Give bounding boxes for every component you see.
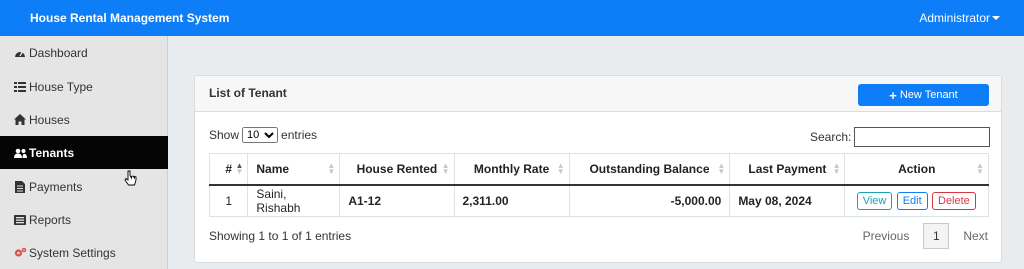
column-header-outstanding-balance[interactable]: Outstanding Balance ▲ ▼ <box>568 153 731 186</box>
column-header-house-rented[interactable]: House Rented ▲ ▼ <box>339 153 455 186</box>
delete-button[interactable]: Delete <box>932 191 976 210</box>
page-size-select[interactable]: 10 <box>242 127 279 143</box>
sidebar-item-dashboard[interactable]: Dashboard <box>0 36 168 69</box>
view-button[interactable]: View <box>856 191 893 210</box>
table-header-row: # ▲ ▼ Name ▲ ▼ House Rented ▲ ▼ Monthly Rate ▲ ▼… <box>208 153 989 186</box>
column-header-name[interactable]: Name ▲ ▼ <box>247 153 341 186</box>
table-info: Showing 1 to 1 of 1 entries <box>209 229 352 243</box>
app-title: House Rental Management System <box>30 11 230 25</box>
card-header: List of Tenant + New Tenant <box>195 76 1001 112</box>
column-header-number[interactable]: # ▲ ▼ <box>208 153 249 186</box>
cogs-icon <box>13 247 27 258</box>
sidebar-item-reports[interactable]: Reports <box>0 203 168 236</box>
list-icon <box>13 81 27 92</box>
users-icon <box>13 148 27 158</box>
pagination: Previous 1 Next <box>863 223 988 249</box>
search-label: Search: <box>810 130 852 144</box>
sidebar-item-houses[interactable]: Houses <box>0 103 168 136</box>
edit-button[interactable]: Edit <box>896 191 928 210</box>
previous-page-button[interactable]: Previous <box>863 229 910 243</box>
user-menu[interactable]: Administrator <box>919 11 990 25</box>
card-title: List of Tenant <box>209 86 287 100</box>
sidebar-item-payments[interactable]: Payments <box>0 170 168 203</box>
show-label: Show <box>209 128 240 142</box>
column-header-action[interactable]: Action ▲ ▼ <box>844 153 989 186</box>
sidebar-item-label: Houses <box>29 112 70 127</box>
sidebar-item-tenants[interactable]: Tenants <box>0 136 168 169</box>
sidebar-item-label: Reports <box>29 212 72 227</box>
page-1-button[interactable]: 1 <box>923 223 950 249</box>
table-row: 1 Saini, Rishabh A1-12 2,311.00 -5,000.0… <box>208 184 989 217</box>
sidebar-item-system-settings[interactable]: System Settings <box>0 236 168 269</box>
home-icon <box>13 114 27 125</box>
cell-actions: View Edit Delete <box>844 184 989 217</box>
mouse-cursor-icon <box>124 170 137 186</box>
sort-icon: ▲ ▼ <box>556 161 565 176</box>
cell-monthly-rate: 2,311.00 <box>453 184 570 217</box>
column-header-monthly-rate[interactable]: Monthly Rate ▲ ▼ <box>453 153 570 186</box>
search-input[interactable] <box>854 127 991 147</box>
caret-down-icon[interactable] <box>992 16 1000 20</box>
sidebar: Dashboard House Type Houses Tenants Paym… <box>0 36 168 269</box>
cell-outstanding-balance: -5,000.00 <box>568 184 731 217</box>
tenant-table: # ▲ ▼ Name ▲ ▼ House Rented ▲ ▼ Monthly Rate ▲ ▼… <box>208 153 989 217</box>
sidebar-item-house-type[interactable]: House Type <box>0 70 168 103</box>
new-tenant-label: New Tenant <box>899 89 958 101</box>
cell-last-payment: May 08, 2024 <box>729 184 846 217</box>
sidebar-item-label: System Settings <box>29 245 116 260</box>
sort-icon: ▲ ▼ <box>832 161 841 176</box>
page-size-control: Show 10 entries <box>209 127 317 143</box>
sort-icon: ▲ ▼ <box>441 161 450 176</box>
column-header-last-payment[interactable]: Last Payment ▲ ▼ <box>729 153 846 186</box>
sort-icon: ▲ ▼ <box>235 161 244 176</box>
cell-number: 1 <box>208 184 249 217</box>
tenant-list-card: List of Tenant + New Tenant Show 10 entr… <box>194 75 1002 263</box>
entries-label: entries <box>281 128 318 142</box>
top-navbar: House Rental Management System Administr… <box>0 0 1024 36</box>
sort-icon: ▲ ▼ <box>717 161 726 176</box>
report-icon <box>13 214 27 225</box>
sort-icon: ▲ ▼ <box>976 161 984 176</box>
sidebar-item-label: Dashboard <box>29 45 88 60</box>
cell-name: Saini, Rishabh <box>247 184 341 217</box>
sidebar-item-label: House Type <box>29 79 93 94</box>
cell-house-rented: A1-12 <box>339 184 455 217</box>
sidebar-item-label: Tenants <box>29 145 75 160</box>
dashboard-icon <box>13 47 27 58</box>
sidebar-item-label: Payments <box>29 179 83 194</box>
file-icon <box>13 180 27 193</box>
new-tenant-button[interactable]: + New Tenant <box>858 84 989 106</box>
next-page-button[interactable]: Next <box>963 229 988 243</box>
search-control: Search: <box>810 127 991 147</box>
plus-icon: + <box>889 87 897 103</box>
sort-icon: ▲ ▼ <box>327 161 336 176</box>
